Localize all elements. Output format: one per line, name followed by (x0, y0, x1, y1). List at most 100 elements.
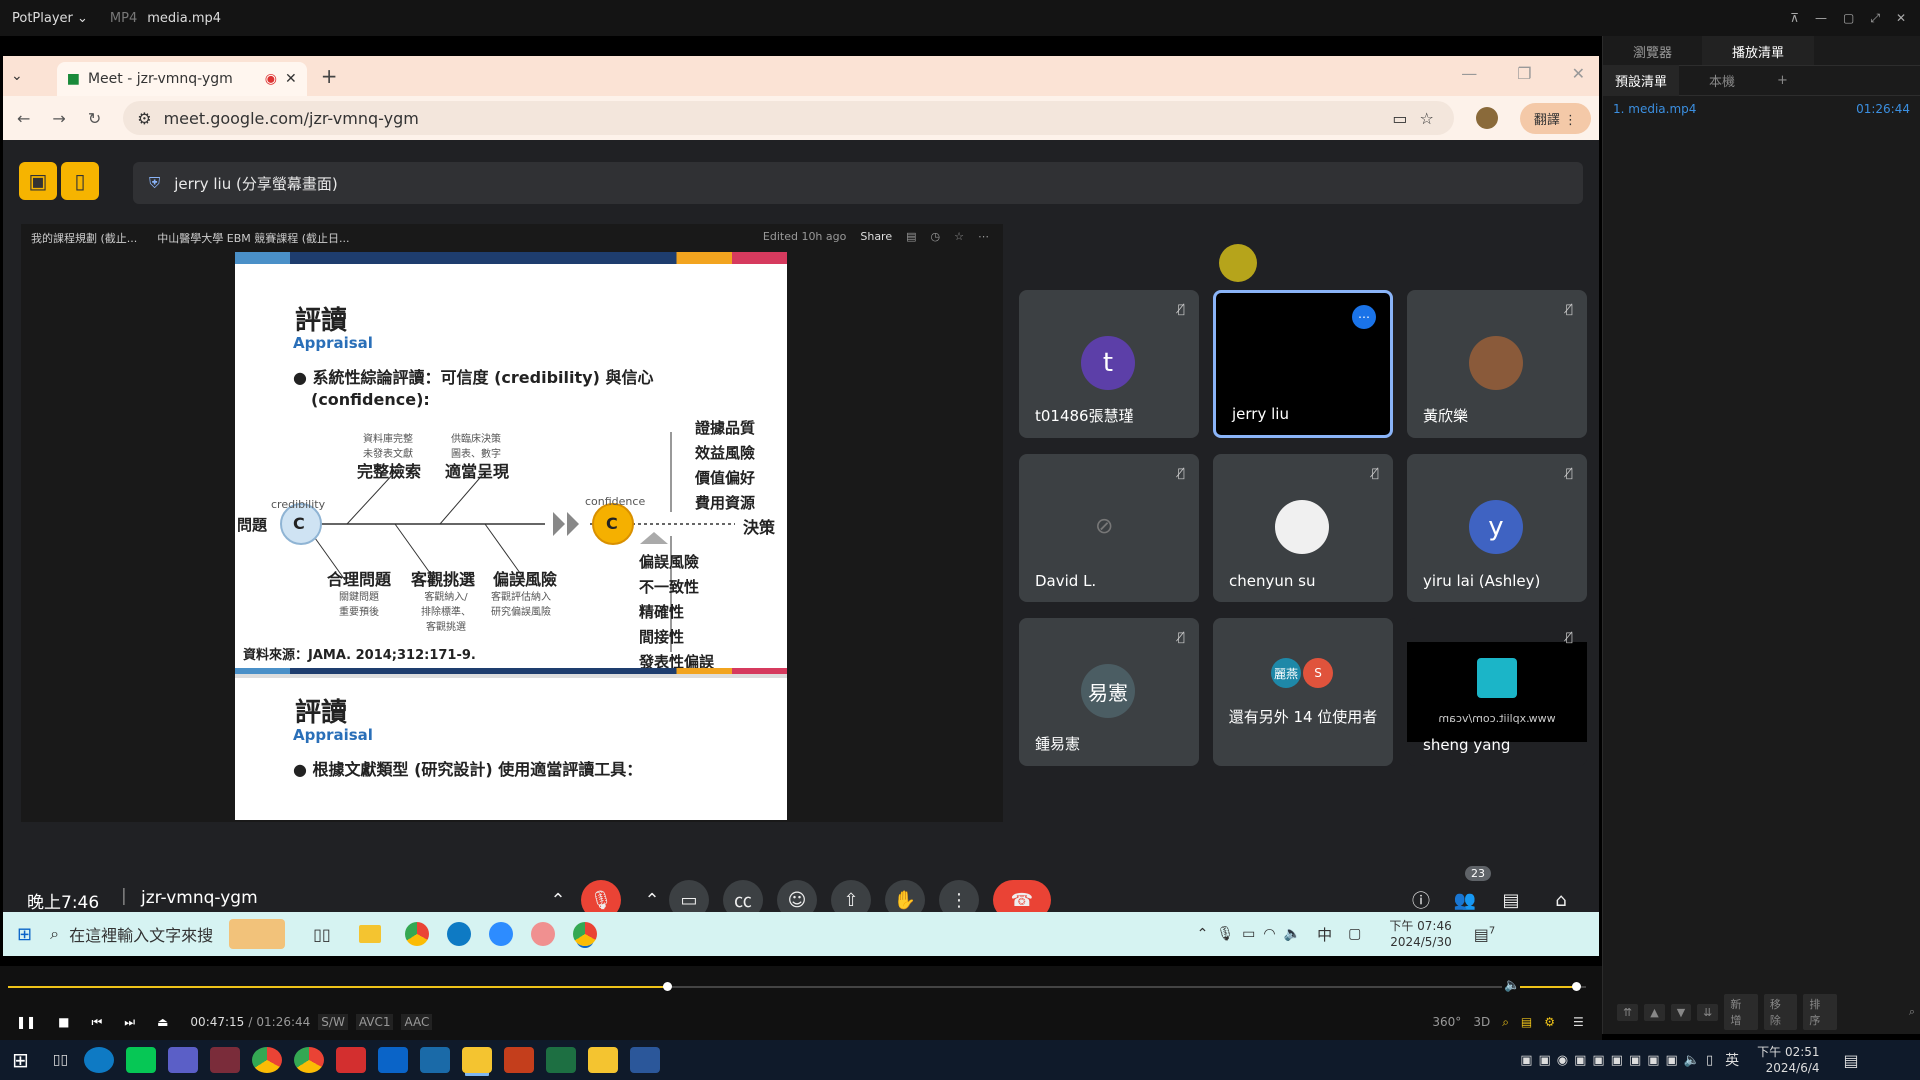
mic-off-icon: 🎙̸ (1177, 466, 1185, 480)
task-view-icon[interactable]: ▯▯ (53, 1052, 68, 1068)
tab-browser[interactable]: 瀏覽器 (1603, 36, 1702, 65)
add-list-button[interactable]: + (1765, 67, 1800, 94)
minimize-icon[interactable]: — (1815, 11, 1827, 25)
os-taskbar: ⊞ ▯▯ ▣▣◉▣▣▣▣▣▣🔈▯ 英 下午 02:51 2024/6/4 ▤ (0, 1040, 1920, 1080)
new-tab-button[interactable]: + (321, 64, 338, 88)
participant-tile[interactable]: 易憲 🎙̸ 鍾易憲 (1019, 618, 1199, 766)
avatar (1469, 336, 1523, 390)
participant-name: David L. (1035, 572, 1097, 590)
fullscreen-icon[interactable]: ⤢ (1870, 11, 1880, 26)
tab-list-icon[interactable]: ⌄ (11, 68, 23, 84)
pin-icon[interactable]: ⊼ (1790, 11, 1799, 25)
tab-playlist[interactable]: 播放清單 (1702, 36, 1815, 65)
inner-taskbar: ⊞ ⌕ 在這裡輸入文字來搜 ▯▯ ⌃🎙▭◠🔈 中 ▢ 下午 07:46 2024… (3, 912, 1599, 956)
system-tray-icons[interactable]: ▣▣◉▣▣▣▣▣▣🔈▯ (1520, 1053, 1719, 1068)
slide2-title: 評讀 (295, 698, 348, 728)
reload-icon[interactable]: ↻ (88, 109, 101, 128)
profile-avatar[interactable] (1475, 107, 1498, 129)
chrome-icon[interactable] (294, 1047, 325, 1073)
menu-icon[interactable]: ☰ (1573, 1015, 1584, 1029)
file-explorer-icon[interactable] (588, 1047, 619, 1073)
comment-icon: ▤ (906, 230, 917, 243)
forward-icon[interactable]: → (52, 109, 65, 128)
excel-icon[interactable] (546, 1047, 577, 1073)
3d-icon[interactable]: 3D (1473, 1015, 1490, 1029)
move-up-button[interactable]: ▲ (1644, 1003, 1665, 1021)
maximize-icon[interactable]: ▢ (1843, 11, 1854, 25)
participant-tile[interactable]: ⊘ 🎙̸ David L. (1019, 454, 1199, 602)
add-button[interactable]: 新增 (1724, 994, 1758, 1030)
volume-handle[interactable] (1572, 982, 1582, 991)
top-mid-small: 供臨床決策 圖表、數字 (451, 434, 501, 460)
outlook-icon[interactable] (378, 1047, 409, 1073)
presenter-label: jerry liu (分享螢幕畫面) (174, 174, 338, 193)
tab-close-icon[interactable]: ✕ (285, 71, 297, 87)
seek-handle[interactable] (662, 982, 672, 991)
move-top-button[interactable]: ⇈ (1617, 1003, 1639, 1021)
search-highlight-icon (229, 919, 286, 949)
site-info-icon[interactable]: ⚙ (137, 109, 151, 128)
move-down-button[interactable]: ▼ (1670, 1003, 1692, 1021)
camera-icon[interactable]: ▭ (1392, 109, 1407, 128)
subtitle-icon[interactable]: ▤ (1521, 1015, 1532, 1029)
previous-button[interactable]: ⏮ (91, 1015, 102, 1030)
close-icon[interactable]: ✕ (1896, 11, 1906, 25)
search-icon[interactable]: ⌕ (1903, 1003, 1920, 1021)
move-bottom-button[interactable]: ⇊ (1697, 1003, 1719, 1021)
potplayer-icon[interactable] (462, 1047, 493, 1073)
remove-button[interactable]: 移除 (1763, 994, 1798, 1030)
subtab-local[interactable]: 本機 (1679, 65, 1765, 96)
browser-tab[interactable]: ■ Meet - jzr-vmnq-ygm ◉ ✕ (56, 62, 307, 96)
vcam-watermark: www.xpliit.com/vcam (1438, 712, 1556, 725)
more-options-icon[interactable]: ⋯ (1352, 305, 1376, 329)
participant-name: 黃欣樂 (1423, 407, 1469, 425)
browser-minimize-icon[interactable]: — (1461, 64, 1477, 83)
participant-tile[interactable]: 🎙̸ 黃欣樂 (1407, 290, 1587, 438)
translate-button[interactable]: 翻譯 ⋮ (1519, 102, 1591, 134)
participant-tile[interactable]: 🎙̸ chenyun su (1213, 454, 1393, 602)
powerpoint-icon[interactable] (504, 1047, 535, 1073)
participant-name: jerry liu (1232, 405, 1289, 423)
avatar: t (1081, 336, 1135, 390)
others-tile[interactable]: 麗燕 S 還有另外 14 位使用者 (1213, 618, 1393, 766)
volume-icon[interactable]: 🔈 (1504, 978, 1520, 993)
windows-start-icon[interactable]: ⊞ (12, 1048, 29, 1072)
address-bar[interactable]: ⚙ meet.google.com/jzr-vmnq-ygm ▭ ☆ (123, 101, 1454, 135)
bookmark-star-icon[interactable]: ☆ (1420, 109, 1434, 128)
app-icon[interactable] (420, 1047, 451, 1073)
seek-bar[interactable] (8, 986, 1502, 988)
next-button[interactable]: ⏭ (124, 1015, 135, 1030)
360-icon[interactable]: 360° (1432, 1015, 1461, 1029)
notification-center-icon[interactable]: ▤ (1844, 1051, 1859, 1070)
participant-tile-active[interactable]: ⋯ jerry liu (1213, 290, 1393, 438)
line-icon[interactable] (126, 1047, 157, 1073)
meeting-time: 晚上7:46 (27, 893, 100, 913)
back-icon[interactable]: ← (17, 109, 30, 128)
participant-tile[interactable]: www.xpliit.com/vcam 🎙̸ sheng yang (1407, 618, 1587, 766)
edge-icon[interactable] (84, 1047, 115, 1073)
player-menu-button[interactable]: PotPlayer ⌄ (0, 11, 100, 26)
eject-button[interactable]: ⏏ (157, 1015, 168, 1029)
chrome-profile-icon[interactable] (252, 1047, 283, 1073)
winrar-icon[interactable] (210, 1047, 241, 1073)
stop-button[interactable]: ■ (58, 1015, 69, 1029)
teams-icon[interactable] (168, 1047, 199, 1073)
others-label: 還有另外 14 位使用者 (1228, 708, 1378, 726)
layout-button[interactable]: ▯ (61, 162, 99, 200)
seek-fill (8, 986, 667, 988)
stop-present-button[interactable]: ▣ (19, 162, 57, 200)
zoom-icon[interactable]: ⌕ (1502, 1015, 1509, 1030)
participant-tile[interactable]: y 🎙̸ yiru lai (Ashley) (1407, 454, 1587, 602)
browser-close-icon[interactable]: ✕ (1572, 64, 1585, 83)
sort-button[interactable]: 排序 (1803, 994, 1837, 1030)
mic-off-icon: 🎙̸ (1177, 302, 1185, 316)
word-icon[interactable] (630, 1047, 661, 1073)
acrobat-icon[interactable] (336, 1047, 367, 1073)
subtab-default-list[interactable]: 預設清單 (1603, 65, 1680, 96)
participant-tile[interactable]: t 🎙̸ t01486張慧瑾 (1019, 290, 1199, 438)
ime-indicator[interactable]: 英 (1725, 1050, 1739, 1070)
browser-restore-icon[interactable]: ❐ (1517, 64, 1531, 83)
playlist-item[interactable]: 1. media.mp4 01:26:44 (1603, 96, 1920, 122)
settings-gear-icon[interactable]: ⚙ (1544, 1015, 1555, 1029)
pause-button[interactable]: ❚❚ (16, 1015, 36, 1029)
